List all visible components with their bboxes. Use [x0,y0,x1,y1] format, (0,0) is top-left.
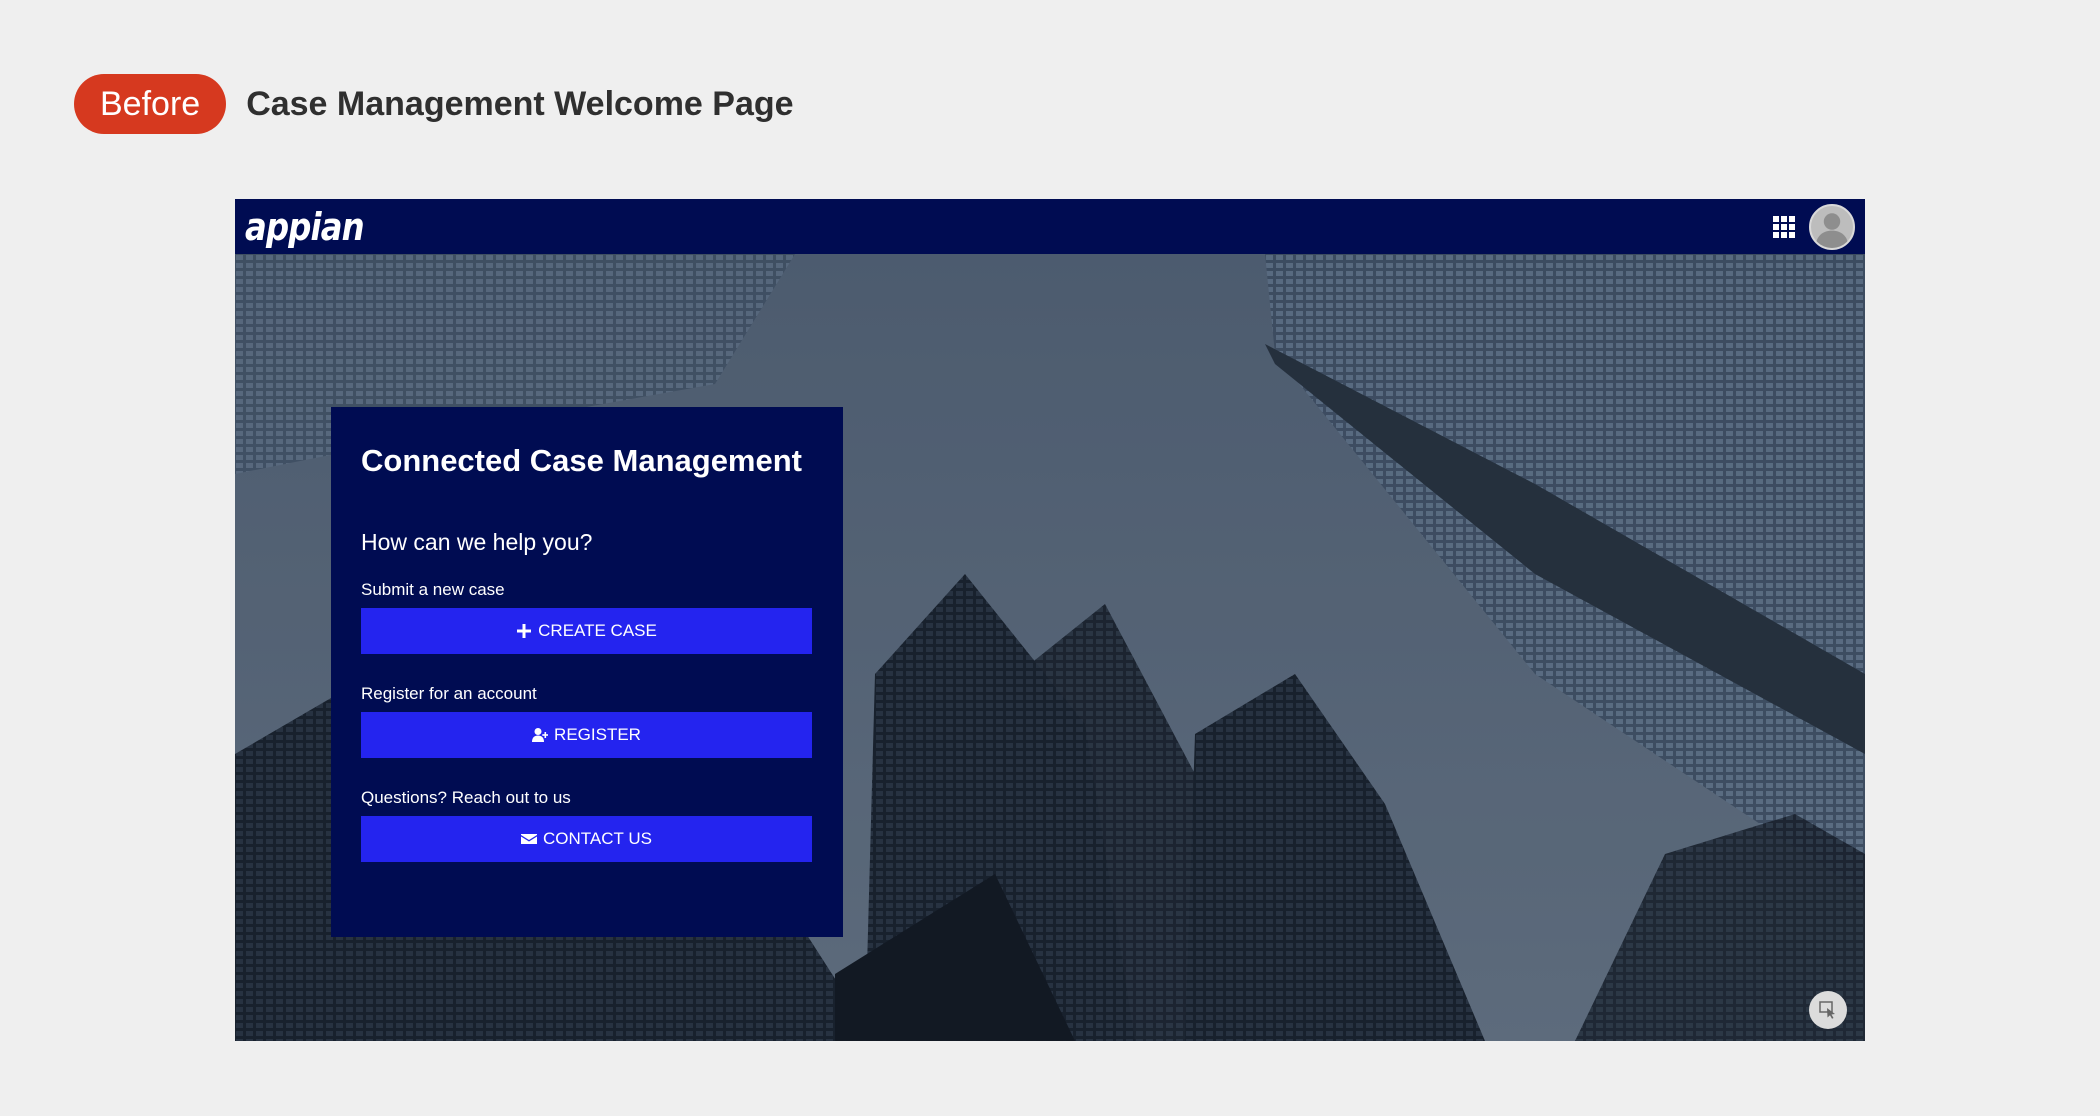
before-badge: Before [74,74,227,134]
create-case-button-label: CREATE CASE [538,621,657,640]
contact-label: Questions? Reach out to us [361,788,571,807]
contact-us-button-label: CONTACT US [543,829,652,848]
plus-icon [517,624,532,638]
create-case-label: Submit a new case [361,580,505,599]
cursor-select-icon[interactable] [1809,991,1847,1029]
register-button[interactable]: REGISTER [361,712,812,758]
contact-us-button[interactable]: CONTACT US [361,816,812,862]
app-screenshot: appian Connected Case Management How can… [235,199,1865,1041]
user-avatar-icon [1815,212,1849,248]
page-header: Before Case Management Welcome Page [74,74,794,134]
page-title: Case Management Welcome Page [246,84,794,123]
apps-grid-icon[interactable] [1773,215,1795,238]
welcome-panel: Connected Case Management How can we hel… [331,407,843,937]
app-topbar: appian [235,199,1865,254]
user-plus-icon [532,728,549,742]
appian-logo[interactable]: appian [245,205,365,249]
create-case-button[interactable]: CREATE CASE [361,608,812,654]
envelope-icon [521,834,538,844]
user-avatar[interactable] [1809,203,1855,250]
register-button-label: REGISTER [554,725,641,744]
panel-title: Connected Case Management [361,443,802,478]
panel-subtitle: How can we help you? [361,529,593,555]
register-label: Register for an account [361,684,537,703]
